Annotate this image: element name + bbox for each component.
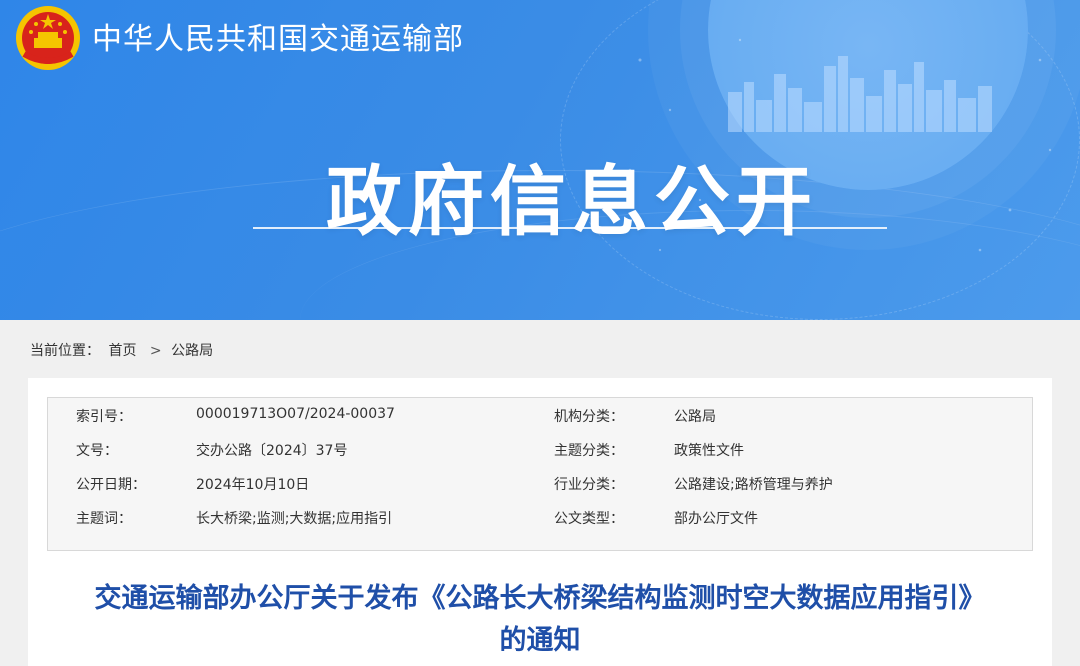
metadata-label: 行业分类：: [554, 477, 624, 493]
document-title: 交通运输部办公厅关于发布《公路长大桥梁结构监测时空大数据应用指引》 的通知: [28, 578, 1052, 662]
breadcrumb-separator: >: [149, 343, 162, 359]
metadata-label: 公文类型：: [554, 511, 624, 527]
breadcrumb-prefix: 当前位置：: [30, 343, 100, 359]
metadata-label: 索引号：: [76, 409, 132, 425]
header-banner: 中华人民共和国交通运输部 政府信息公开: [0, 0, 1080, 320]
document-metadata-table: 索引号： 000019713O07/2024-00037 机构分类： 公路局 文…: [47, 397, 1033, 551]
metadata-value: 000019713O07/2024-00037: [196, 406, 395, 422]
metadata-row: 文号： 交办公路〔2024〕37号 主题分类： 政策性文件: [48, 432, 1032, 466]
metadata-row: 主题词： 长大桥梁;监测;大数据;应用指引 公文类型： 部办公厅文件: [48, 500, 1032, 534]
page-title: 政府信息公开: [326, 157, 818, 246]
document-title-line: 交通运输部办公厅关于发布《公路长大桥梁结构监测时空大数据应用指引》: [94, 583, 986, 614]
metadata-row: 公开日期： 2024年10月10日 行业分类： 公路建设;路桥管理与养护: [48, 466, 1032, 500]
metadata-value: 长大桥梁;监测;大数据;应用指引: [196, 511, 393, 527]
metadata-label: 公开日期：: [76, 477, 146, 493]
metadata-label: 主题分类：: [554, 443, 624, 459]
metadata-row: 索引号： 000019713O07/2024-00037 机构分类： 公路局: [48, 398, 1032, 432]
metadata-value: 政策性文件: [674, 443, 744, 459]
metadata-value: 2024年10月10日: [196, 477, 310, 493]
article-content: 索引号： 000019713O07/2024-00037 机构分类： 公路局 文…: [28, 378, 1052, 666]
breadcrumb-home-link[interactable]: 首页: [108, 343, 136, 359]
national-emblem-icon: [16, 6, 80, 70]
metadata-value: 公路建设;路桥管理与养护: [674, 477, 833, 493]
breadcrumb: 当前位置： 首页 > 公路局: [30, 340, 217, 360]
metadata-label: 主题词：: [76, 511, 132, 527]
document-title-line: 的通知: [499, 625, 581, 656]
metadata-value: 交办公路〔2024〕37号: [196, 443, 348, 459]
city-skyline-icon: [728, 56, 992, 132]
metadata-label: 机构分类：: [554, 409, 624, 425]
metadata-label: 文号：: [76, 443, 118, 459]
breadcrumb-current-link[interactable]: 公路局: [171, 343, 213, 359]
title-divider: [253, 227, 887, 229]
metadata-value: 公路局: [674, 409, 716, 425]
ministry-name[interactable]: 中华人民共和国交通运输部: [92, 14, 464, 58]
metadata-value: 部办公厅文件: [674, 511, 758, 527]
